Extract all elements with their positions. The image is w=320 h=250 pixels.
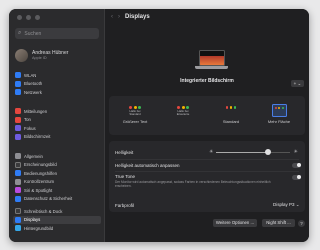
color-profile-label: Farbprofil	[115, 203, 135, 208]
resolution-preview	[271, 104, 287, 117]
privacy-icon	[15, 195, 21, 202]
dock-icon	[15, 208, 21, 215]
screen-time-icon	[15, 133, 21, 140]
close-button[interactable]	[17, 15, 22, 20]
sidebar-item-kontrollzentrum[interactable]: Kontrollzentrum	[13, 178, 101, 187]
resolution-options: Hallo bei Standard Größerer Text Hallo b…	[109, 96, 305, 135]
brightness-label: Helligkeit	[115, 149, 134, 155]
true-tone-row: True Tone	[109, 173, 305, 180]
sidebar-item-mitteilungen[interactable]: Mitteilungen	[13, 107, 101, 116]
search-icon: ⌕	[18, 30, 22, 36]
sidebar-group-notifications: Mitteilungen Ton Fokus Bildschirmzeit	[13, 107, 101, 141]
back-chevron-icon[interactable]: ‹	[111, 14, 113, 20]
displays-pane: ‹ › Displays Integrierter Bildschirm + ⌄…	[105, 9, 309, 242]
auto-brightness-label: Helligkeit automatisch anpassen	[115, 162, 180, 168]
search-input[interactable]	[24, 30, 95, 37]
sidebar-item-bedienungshilfen[interactable]: Bedienungshilfen	[13, 169, 101, 178]
page-title: Displays	[125, 13, 150, 20]
resolution-option-label: Größerer Text	[122, 119, 148, 124]
add-display-button[interactable]: + ⌄	[291, 80, 304, 87]
color-profile-dropdown[interactable]: Display P3 ⌄	[273, 202, 300, 208]
brightness-high-icon: ☀	[293, 149, 298, 155]
accessibility-icon	[15, 170, 21, 177]
window-controls	[17, 15, 40, 20]
wallpaper-icon	[15, 225, 21, 232]
sidebar-item-allgemein[interactable]: Allgemein	[13, 152, 101, 161]
brightness-low-icon: ☀	[209, 149, 214, 155]
brightness-slider[interactable]: ☀ ☀	[209, 148, 298, 156]
network-icon	[15, 89, 21, 96]
display-name: Integrierter Bildschirm	[180, 78, 234, 84]
sidebar-item-bildschirmzeit[interactable]: Bildschirmzeit	[13, 133, 101, 142]
sidebar-item-wlan[interactable]: WLAN	[13, 71, 101, 80]
resolution-option-larger-text[interactable]: Hallo bei Standard Größerer Text	[115, 104, 155, 132]
macbook-display-icon[interactable]	[195, 50, 228, 70]
control-center-icon	[15, 178, 21, 185]
advanced-options-button[interactable]: Weitere Optionen ...	[213, 219, 257, 227]
bluetooth-icon	[15, 80, 21, 87]
auto-brightness-toggle[interactable]	[292, 162, 301, 168]
night-shift-button[interactable]: Night Shift ...	[262, 219, 295, 227]
settings-window: ⌕ Andreas Hübner Apple ID WLAN Bluetooth…	[9, 9, 309, 242]
sidebar-item-netzwerk[interactable]: Netzwerk	[13, 88, 101, 97]
auto-brightness-row: Helligkeit automatisch anpassen	[109, 161, 305, 169]
notifications-icon	[15, 108, 21, 115]
sidebar-item-ton[interactable]: Ton	[13, 116, 101, 125]
sidebar-item-bluetooth[interactable]: Bluetooth	[13, 80, 101, 89]
sidebar-group-system: Allgemein Erscheinungsbild Bedienungshil…	[13, 152, 101, 203]
resolution-preview: Hallo bei Erweiterte	[176, 104, 191, 117]
focus-icon	[15, 125, 21, 132]
sidebar: ⌕ Andreas Hübner Apple ID WLAN Bluetooth…	[9, 9, 105, 242]
search-field[interactable]: ⌕	[15, 28, 99, 39]
minimize-button[interactable]	[26, 15, 31, 20]
sound-icon	[15, 116, 21, 123]
apple-id-account[interactable]: Andreas Hübner Apple ID	[15, 49, 68, 62]
sidebar-group-network: WLAN Bluetooth Netzwerk	[13, 71, 101, 97]
sidebar-item-fokus[interactable]: Fokus	[13, 124, 101, 133]
true-tone-label: True Tone	[115, 174, 136, 179]
sidebar-group-desktop: Schreibtisch & Dock Displays Hintergrund…	[13, 207, 101, 233]
sidebar-item-datenschutz[interactable]: Datenschutz & Sicherheit	[13, 195, 101, 204]
resolution-preview	[224, 104, 239, 117]
sidebar-item-hintergrundbild[interactable]: Hintergrundbild	[13, 224, 101, 233]
true-tone-toggle[interactable]	[292, 174, 301, 180]
forward-chevron-icon[interactable]: ›	[118, 14, 120, 20]
siri-icon	[15, 187, 21, 194]
displays-icon	[15, 216, 21, 223]
resolution-option-label: Standard	[222, 119, 240, 124]
zoom-button[interactable]	[35, 15, 40, 20]
sidebar-item-siri-spotlight[interactable]: Siri & Spotlight	[13, 186, 101, 195]
user-subtitle: Apple ID	[32, 56, 47, 60]
help-button[interactable]: ?	[298, 219, 305, 227]
sidebar-item-displays[interactable]: Displays	[13, 215, 101, 224]
resolution-option-more-space[interactable]: Mehr Fläche	[259, 104, 299, 132]
title-bar: ‹ › Displays	[105, 9, 309, 24]
general-icon	[15, 153, 21, 160]
sidebar-item-schreibtisch-dock[interactable]: Schreibtisch & Dock	[13, 207, 101, 216]
wifi-icon	[15, 72, 21, 79]
brightness-slider-knob[interactable]	[264, 149, 271, 155]
sidebar-item-erscheinungsbild[interactable]: Erscheinungsbild	[13, 161, 101, 170]
avatar	[15, 49, 28, 62]
resolution-option-2[interactable]: Hallo bei Erweiterte	[163, 104, 203, 132]
appearance-icon	[15, 161, 21, 168]
resolution-preview: Hallo bei Standard	[128, 104, 143, 117]
true-tone-description: Der Monitor wird automatisch angepasst, …	[115, 180, 271, 188]
resolution-option-standard[interactable]: Standard	[211, 104, 251, 132]
resolution-option-label: Mehr Fläche	[267, 119, 291, 124]
